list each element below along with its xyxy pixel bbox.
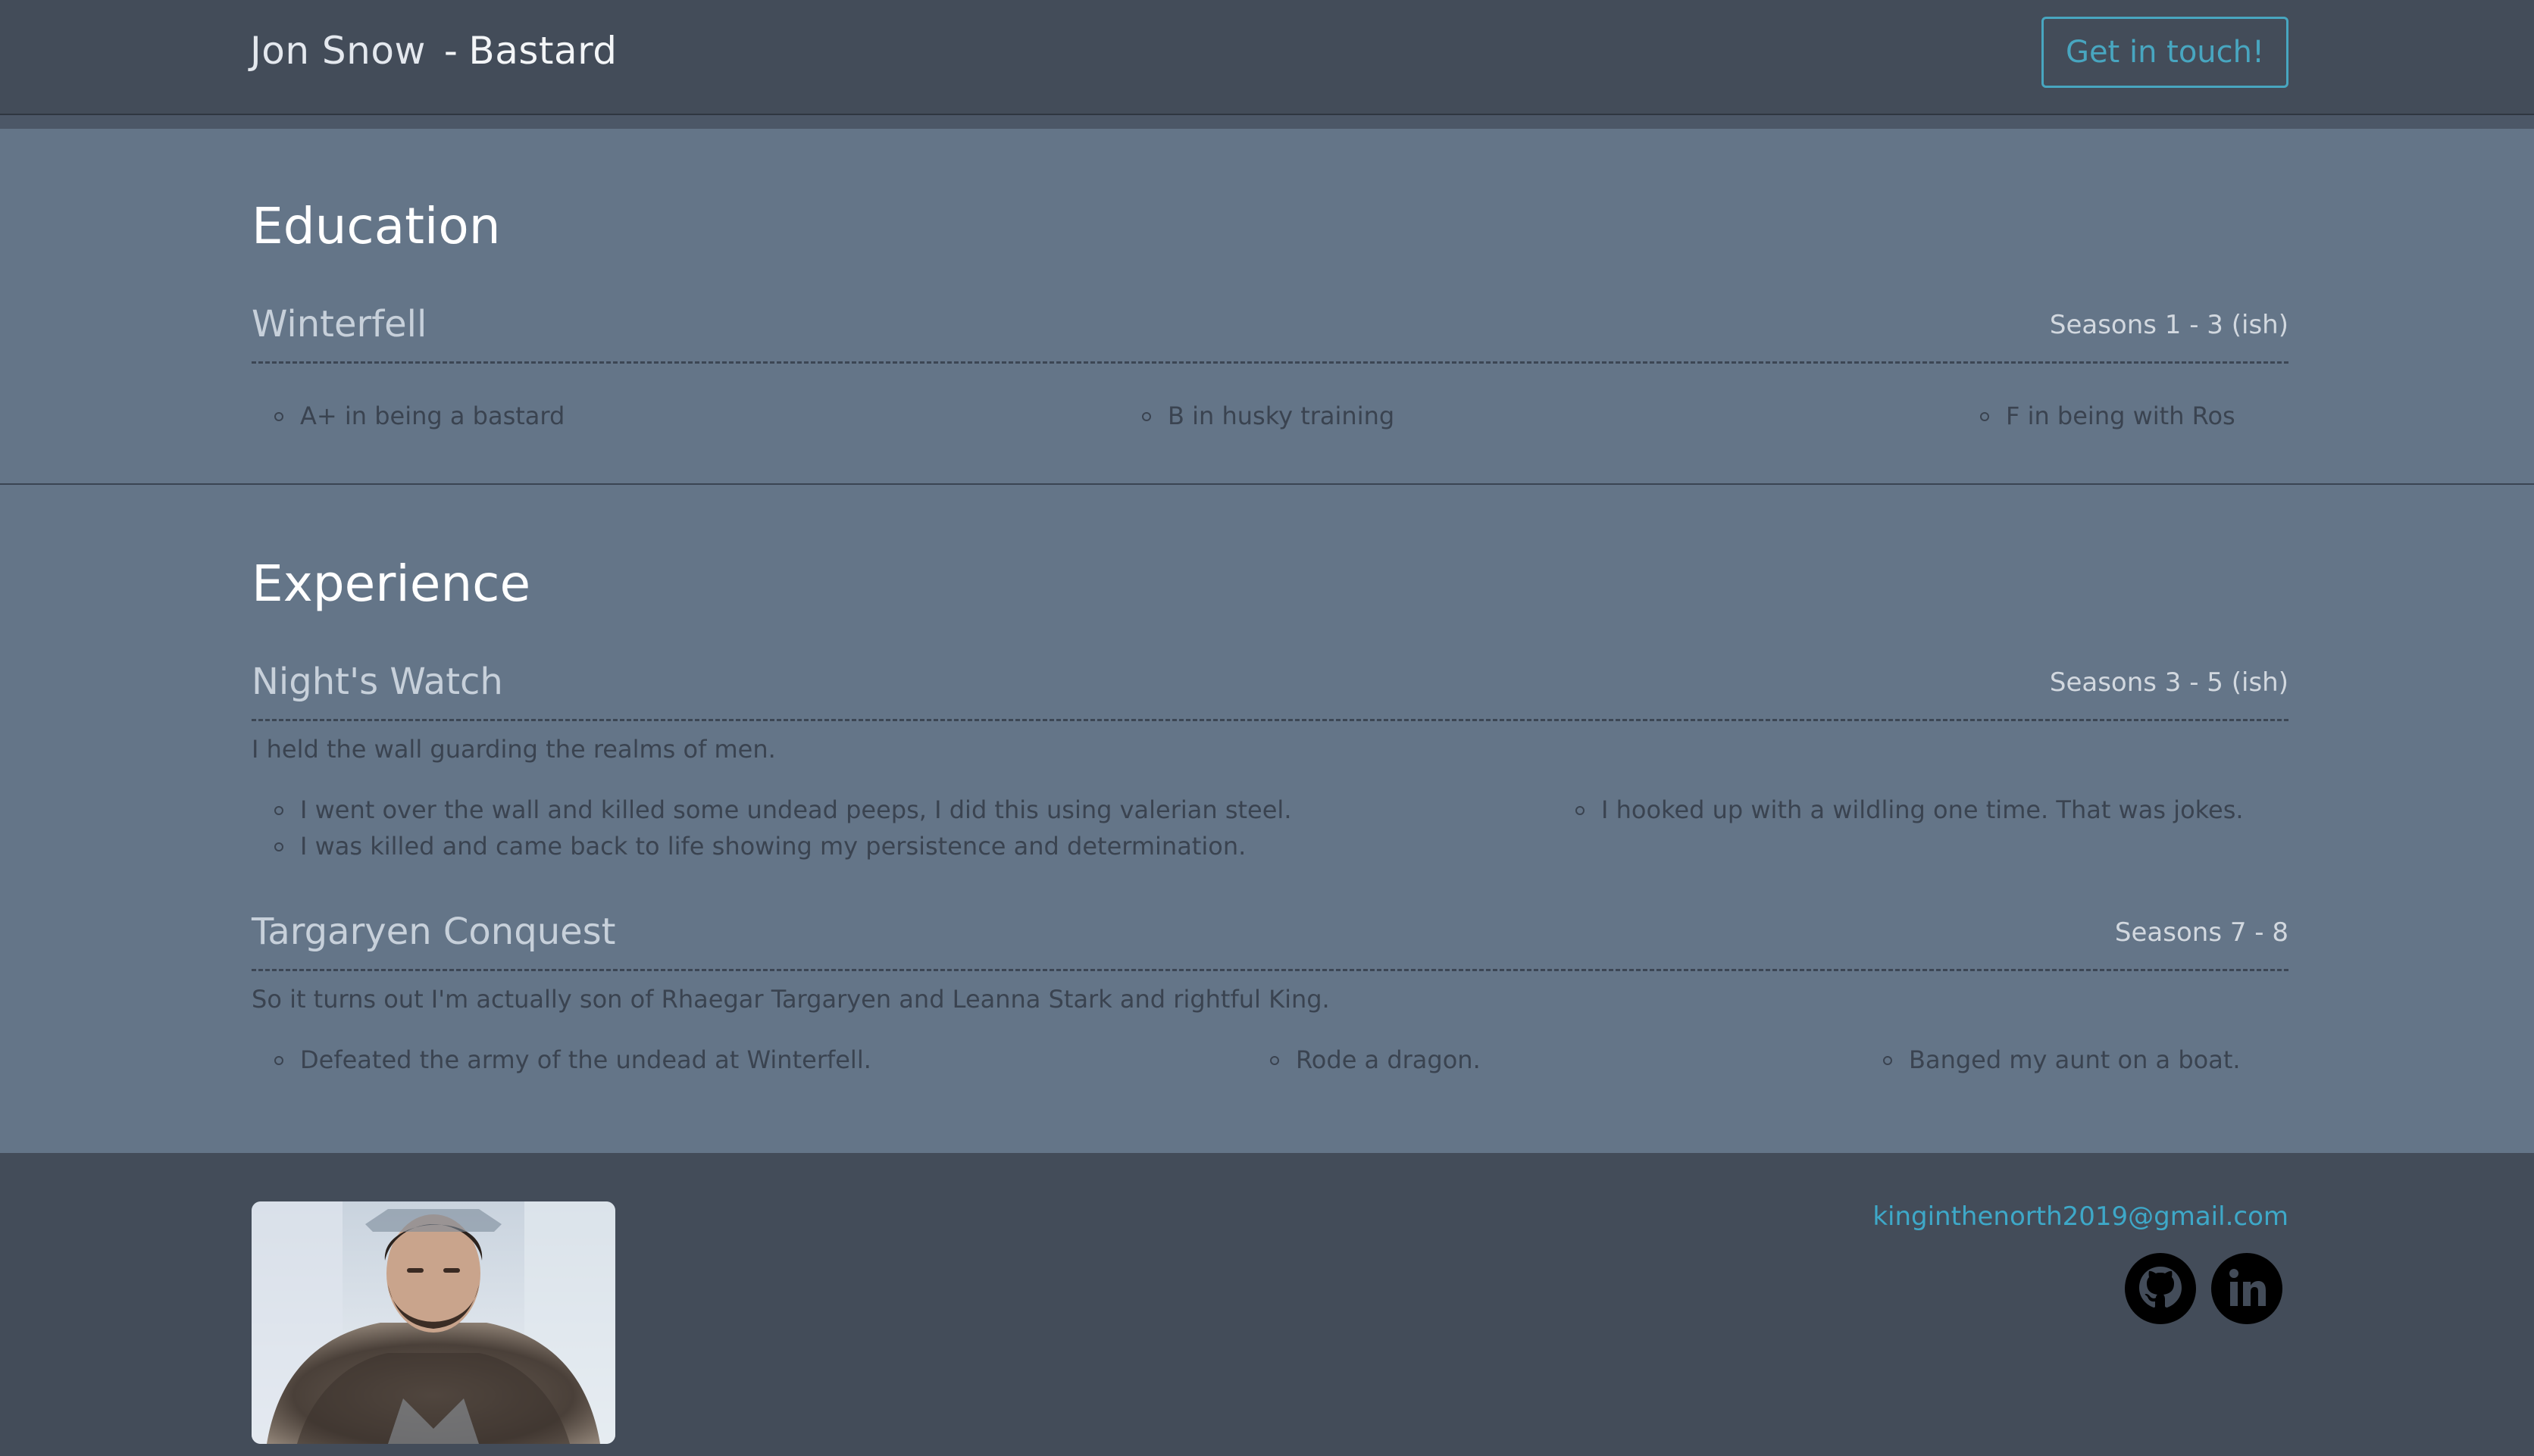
list-item: I hooked up with a wildling one time. Th… bbox=[1575, 795, 2244, 824]
list-item: I was killed and came back to life showi… bbox=[274, 832, 1246, 861]
list-item: A+ in being a bastard bbox=[274, 401, 565, 430]
entry-divider bbox=[252, 969, 2288, 971]
entry-title-nights-watch: Night's Watch bbox=[252, 661, 503, 703]
brand-title: Bastard bbox=[468, 29, 618, 73]
entry-divider bbox=[252, 361, 2288, 364]
entry-title-targaryen-conquest: Targaryen Conquest bbox=[252, 911, 616, 953]
profile-photo bbox=[252, 1201, 615, 1444]
brand-separator: - bbox=[443, 29, 458, 73]
list-item: Banged my aunt on a boat. bbox=[1883, 1045, 2241, 1074]
entry-dates-nights-watch: Seasons 3 - 5 (ish) bbox=[2049, 667, 2288, 698]
site-brand[interactable]: Jon Snow - Bastard bbox=[250, 29, 618, 73]
list-item: I went over the wall and killed some und… bbox=[274, 795, 1291, 824]
entry-description: I held the wall guarding the realms of m… bbox=[252, 735, 776, 764]
section-divider bbox=[0, 483, 2534, 485]
entry-title-winterfell: Winterfell bbox=[252, 303, 427, 345]
site-header: Jon Snow - Bastard Get in touch! bbox=[0, 0, 2534, 115]
brand-name: Jon Snow bbox=[250, 29, 426, 73]
github-icon[interactable] bbox=[2123, 1251, 2198, 1326]
list-item: F in being with Ros bbox=[1980, 401, 2235, 430]
entry-dates-winterfell: Seasons 1 - 3 (ish) bbox=[2049, 310, 2288, 340]
education-heading: Education bbox=[252, 197, 501, 255]
list-item: Rode a dragon. bbox=[1270, 1045, 1481, 1074]
list-item: B in husky training bbox=[1142, 401, 1394, 430]
list-item: Defeated the army of the undead at Winte… bbox=[274, 1045, 871, 1074]
get-in-touch-button[interactable]: Get in touch! bbox=[2041, 17, 2288, 88]
email-link[interactable]: kinginthenorth2019@gmail.com bbox=[1872, 1201, 2288, 1232]
entry-description: So it turns out I'm actually son of Rhae… bbox=[252, 985, 1330, 1014]
linkedin-icon[interactable] bbox=[2210, 1251, 2284, 1326]
entry-divider bbox=[252, 719, 2288, 721]
entry-dates-targaryen-conquest: Seasons 7 - 8 bbox=[2114, 917, 2288, 948]
header-shadow-strip bbox=[0, 115, 2534, 129]
experience-heading: Experience bbox=[252, 555, 531, 613]
